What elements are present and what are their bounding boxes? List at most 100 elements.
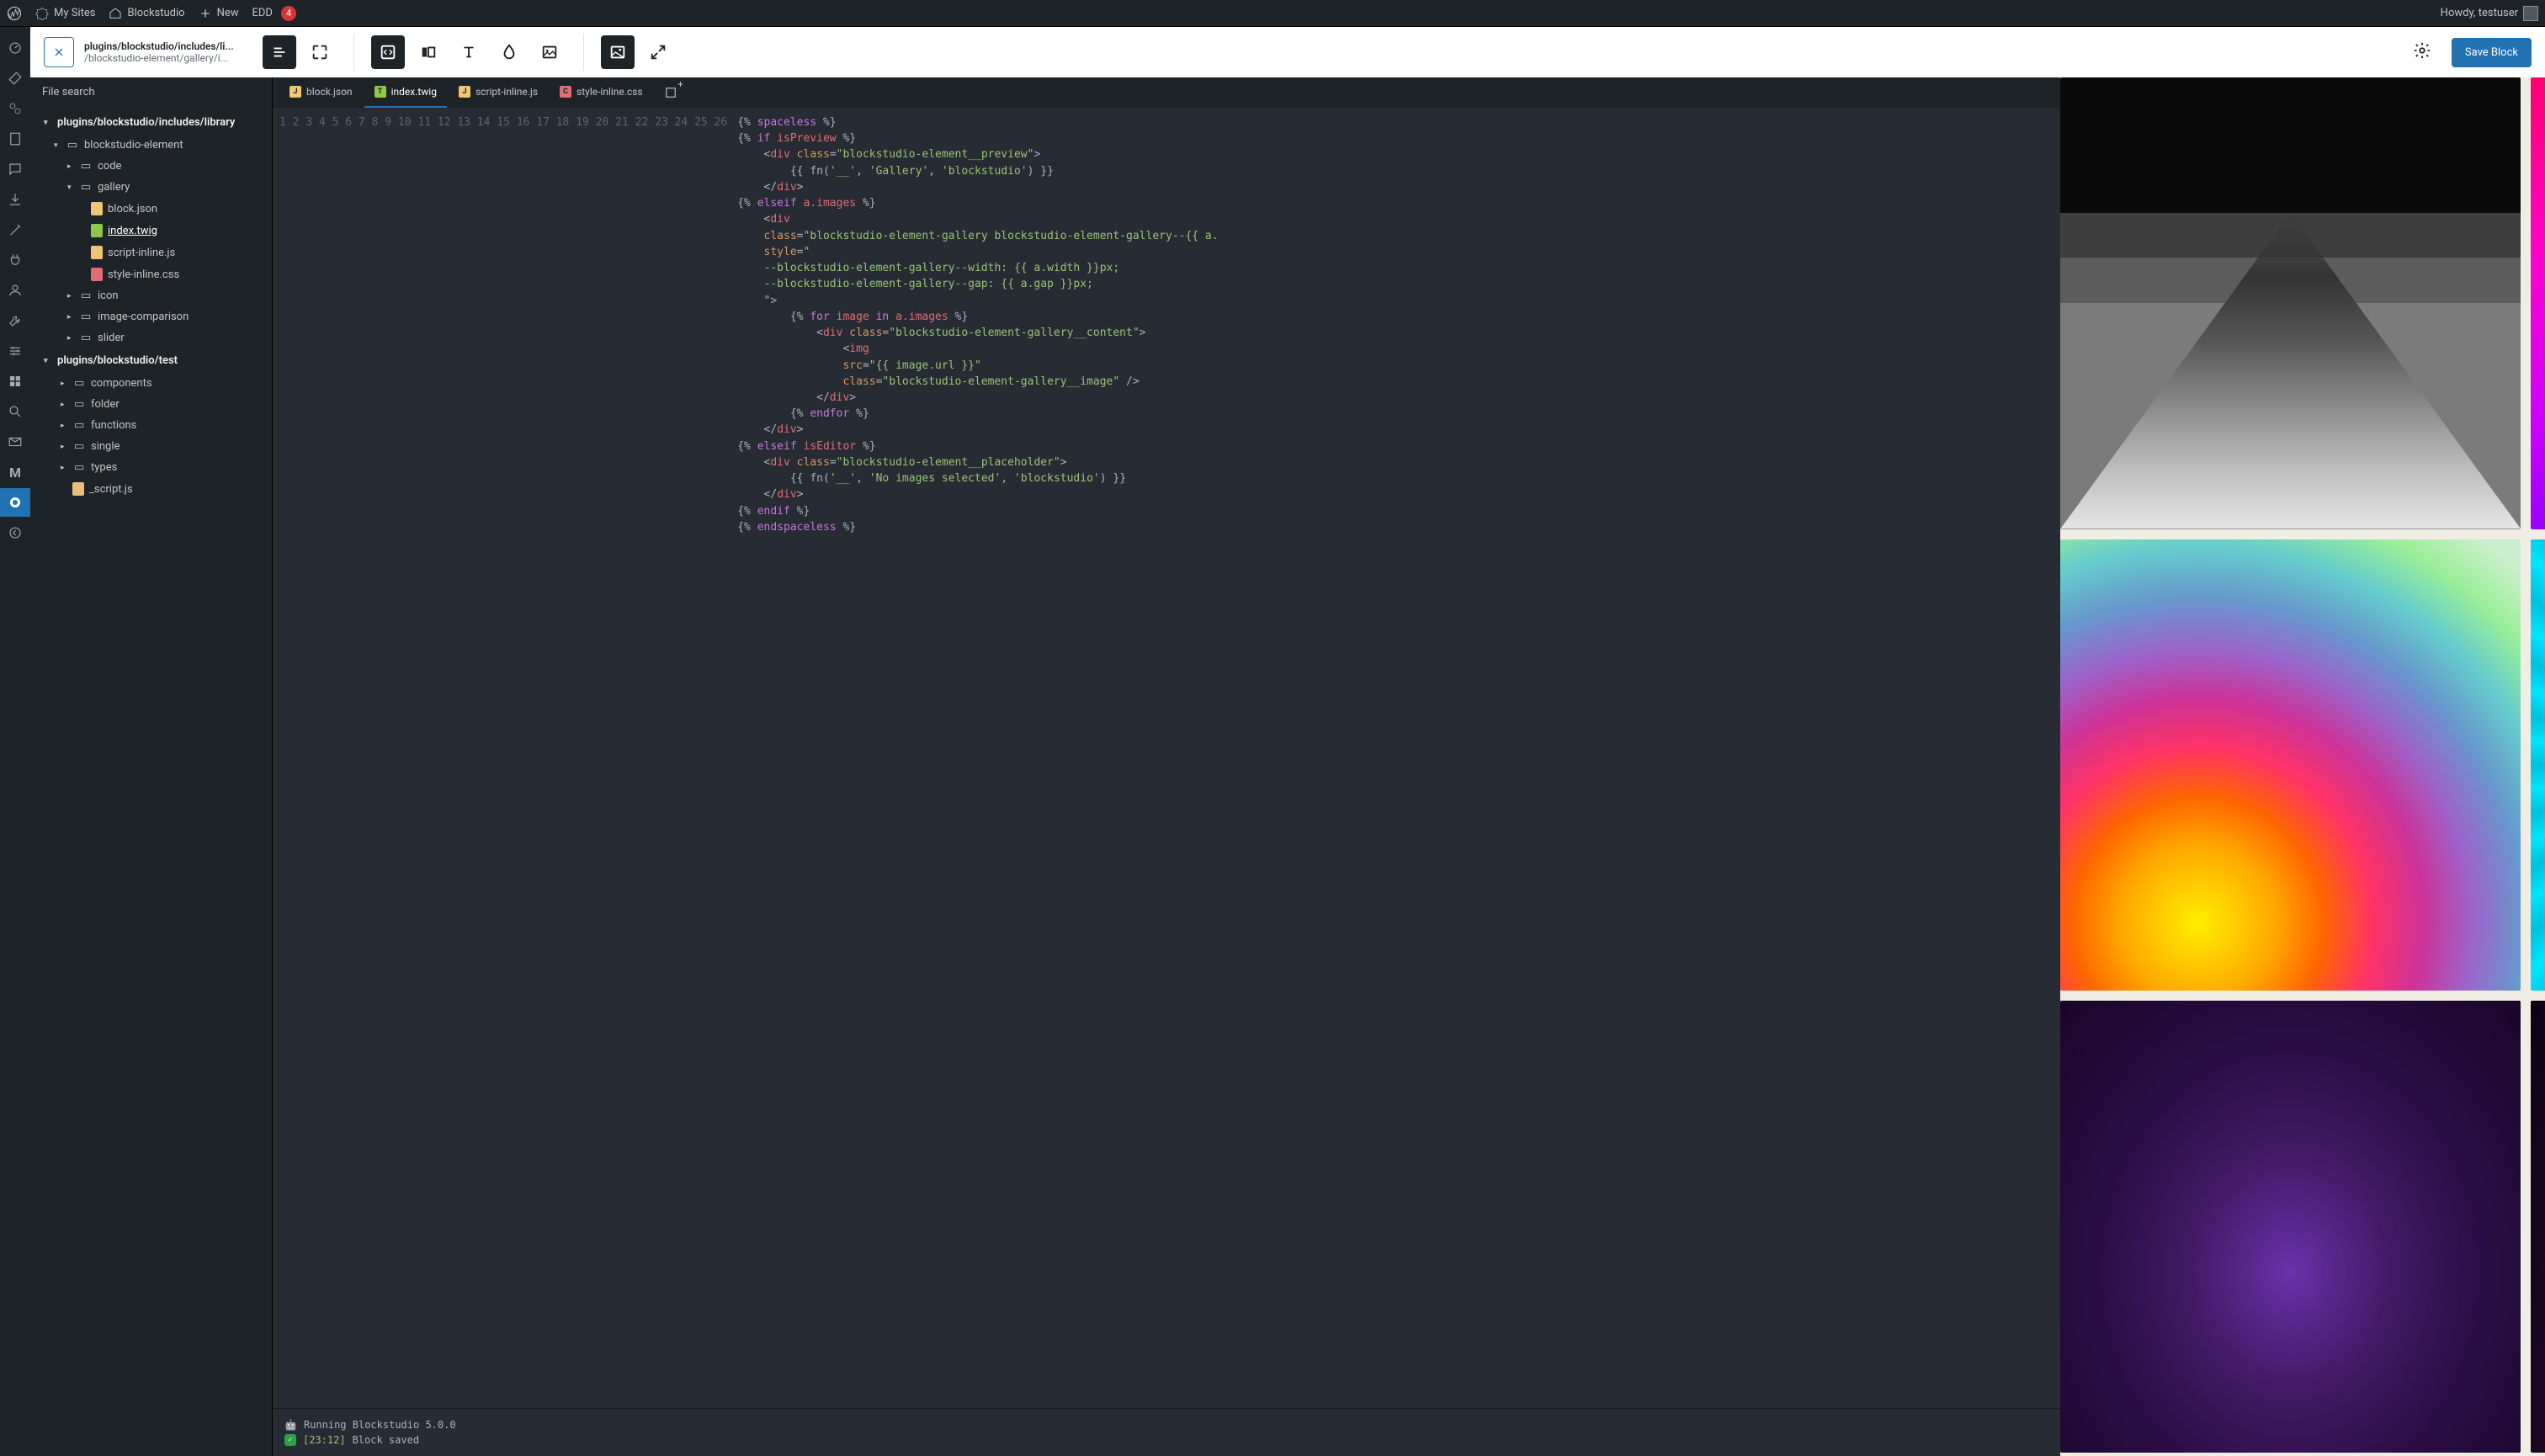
tree-folder-element[interactable]: ▾▭blockstudio-element <box>37 135 265 156</box>
tree-folder-gallery[interactable]: ▾▭gallery <box>37 177 265 198</box>
new-file-button[interactable]: + <box>655 77 687 108</box>
my-sites-label: My Sites <box>54 7 95 19</box>
wp-admin-sidebar: M <box>0 27 30 1456</box>
howdy-label: Howdy, testuser <box>2441 7 2518 19</box>
js-icon <box>91 246 103 259</box>
file-search[interactable]: File search <box>30 77 272 107</box>
folder-icon: ▭ <box>81 332 93 344</box>
tree-folder-imgcomp[interactable]: ▸▭image-comparison <box>37 306 265 327</box>
tab-styleinline[interactable]: Cstyle-inline.css <box>550 77 653 108</box>
wp-menu-custom1[interactable] <box>0 367 30 396</box>
wp-menu-tools[interactable] <box>0 306 30 335</box>
folder-icon: ▭ <box>81 160 93 173</box>
fullscreen-button[interactable] <box>303 35 337 69</box>
new-label: New <box>217 7 239 19</box>
tree-file-blockjson[interactable]: block.json <box>37 198 265 220</box>
tree-file-scriptjs[interactable]: _script.js <box>37 478 265 500</box>
wp-menu-appearance[interactable] <box>0 215 30 244</box>
console: 🤖Running Blockstudio 5.0.0 ✓[23:12]Block… <box>273 1408 2060 1456</box>
folder-icon: ▭ <box>81 181 93 194</box>
save-button[interactable]: Save Block <box>2452 38 2532 67</box>
wp-menu-comments[interactable] <box>0 155 30 183</box>
tree-folder-components[interactable]: ▸▭components <box>37 373 265 394</box>
chevron-down-icon: ▾ <box>44 357 52 365</box>
wp-menu-search[interactable] <box>0 397 30 426</box>
gallery-image-3 <box>2060 539 2521 991</box>
typography-button[interactable] <box>452 35 486 69</box>
check-icon: ✓ <box>284 1434 296 1446</box>
wp-menu-settings[interactable] <box>0 337 30 365</box>
tree-file-scriptinline[interactable]: script-inline.js <box>37 242 265 263</box>
expand-button[interactable] <box>641 35 675 69</box>
wp-menu-media[interactable] <box>0 94 30 123</box>
chevron-down-icon: ▾ <box>67 183 76 192</box>
chevron-right-icon: ▸ <box>67 162 76 171</box>
site-name-label: Blockstudio <box>127 7 184 19</box>
wp-menu-m[interactable]: M <box>0 458 30 486</box>
preview-panel[interactable] <box>2060 77 2545 1456</box>
tree-section-test[interactable]: ▾plugins/blockstudio/test <box>37 348 265 373</box>
chevron-down-icon: ▾ <box>44 119 52 127</box>
folder-icon: ▭ <box>74 461 86 474</box>
js-icon <box>72 482 84 496</box>
gallery-image-4 <box>2531 539 2545 991</box>
edd-badge: 4 <box>281 6 296 21</box>
edd-link[interactable]: EDD4 <box>252 6 297 21</box>
breadcrumb-line1: plugins/blockstudio/includes/li... <box>84 40 252 52</box>
site-link[interactable]: Blockstudio <box>109 7 184 20</box>
drop-button[interactable] <box>492 35 526 69</box>
editor-tabs: Jblock.json Tindex.twig Jscript-inline.j… <box>273 77 2060 108</box>
chevron-right-icon: ▸ <box>67 313 76 321</box>
wp-menu-mail[interactable] <box>0 428 30 456</box>
settings-button[interactable] <box>2413 41 2431 63</box>
image-button[interactable] <box>533 35 566 69</box>
twig-icon <box>91 224 103 237</box>
gallery-image-1 <box>2060 77 2521 529</box>
my-sites-link[interactable]: My Sites <box>35 7 95 20</box>
code-editor[interactable]: 1 2 3 4 5 6 7 8 9 10 11 12 13 14 15 16 1… <box>273 108 2060 1408</box>
wp-menu-users[interactable] <box>0 276 30 305</box>
wp-menu-blockstudio[interactable] <box>0 488 30 517</box>
wp-logo[interactable] <box>7 6 22 21</box>
breadcrumb: plugins/blockstudio/includes/li... /bloc… <box>84 40 252 64</box>
breadcrumb-line2: /blockstudio-element/gallery/i... <box>84 52 252 64</box>
console-ts: [23:12] <box>303 1434 346 1446</box>
layout-button[interactable] <box>412 35 445 69</box>
tree-folder-icon[interactable]: ▸▭icon <box>37 285 265 306</box>
tree-folder-single[interactable]: ▸▭single <box>37 436 265 457</box>
chevron-right-icon: ▸ <box>61 380 69 388</box>
wp-menu-collapse[interactable] <box>0 518 30 547</box>
tree-folder-functions[interactable]: ▸▭functions <box>37 415 265 436</box>
wp-menu-posts[interactable] <box>0 64 30 93</box>
tree-file-indextwig[interactable]: index.twig <box>37 220 265 242</box>
preview-button[interactable] <box>601 35 635 69</box>
wp-menu-plugins[interactable] <box>0 246 30 274</box>
folder-icon: ▭ <box>81 311 93 323</box>
new-link[interactable]: New <box>199 7 239 20</box>
tree-folder-folder[interactable]: ▸▭folder <box>37 394 265 415</box>
chevron-right-icon: ▸ <box>67 292 76 300</box>
wp-menu-pages[interactable] <box>0 125 30 153</box>
tree-file-styleinline[interactable]: style-inline.css <box>37 263 265 285</box>
tab-scriptinline[interactable]: Jscript-inline.js <box>449 77 548 108</box>
gallery-image-5 <box>2060 1001 2521 1453</box>
close-button[interactable] <box>44 37 74 67</box>
tab-blockjson[interactable]: Jblock.json <box>279 77 363 108</box>
user-menu[interactable]: Howdy, testuser <box>2441 6 2538 21</box>
chevron-down-icon: ▾ <box>54 141 62 150</box>
console-line2: Block saved <box>353 1434 419 1446</box>
file-panel: File search ▾plugins/blockstudio/include… <box>30 77 273 1456</box>
tree-section-library[interactable]: ▾plugins/blockstudio/includes/library <box>37 110 265 135</box>
folder-icon: ▭ <box>74 440 86 453</box>
gallery-image-2 <box>2531 77 2545 529</box>
tab-indextwig[interactable]: Tindex.twig <box>364 77 447 108</box>
code-button[interactable] <box>371 35 405 69</box>
wp-menu-downloads[interactable] <box>0 185 30 214</box>
avatar <box>2523 6 2538 21</box>
tree-folder-code[interactable]: ▸▭code <box>37 156 265 177</box>
align-button[interactable] <box>263 35 296 69</box>
wp-menu-dashboard[interactable] <box>0 34 30 62</box>
tree-folder-slider[interactable]: ▸▭slider <box>37 327 265 348</box>
editor-panel: Jblock.json Tindex.twig Jscript-inline.j… <box>273 77 2060 1456</box>
tree-folder-types[interactable]: ▸▭types <box>37 457 265 478</box>
